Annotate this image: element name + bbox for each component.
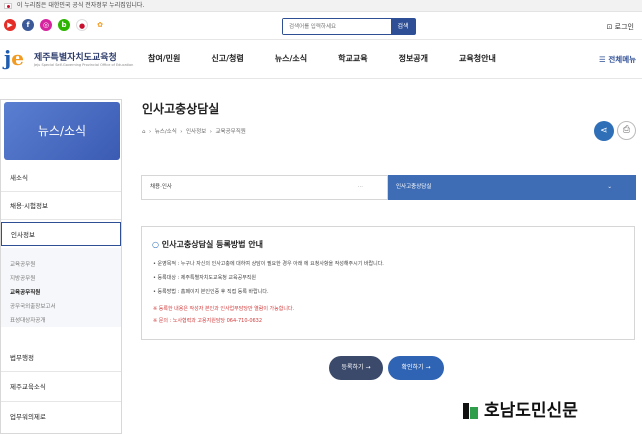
register-label: 등록하기	[341, 364, 364, 371]
circle-bullet-icon: ○	[152, 240, 159, 249]
search-button[interactable]: 검색	[391, 19, 415, 34]
sidebar-item-label: 업무워의제로	[10, 413, 46, 421]
menu-item-news[interactable]: 뉴스/소식	[275, 53, 307, 64]
print-icon[interactable]: ⎙	[617, 121, 636, 140]
utility-bar: ▶ f ◎ b ● ✿ 검색 ⊡ 로그인	[0, 12, 642, 40]
gnb-menu: 참여/민원 신고/청렴 뉴스/소식 학교교육 정보공개 교육청안내	[148, 53, 527, 64]
login-link[interactable]: ⊡ 로그인	[607, 22, 634, 32]
sidebar-submenu: 교육공무원 지방공무원 교육공무직원 공무국외출장보고서 표성대상자공개	[1, 248, 121, 327]
hamburger-icon: ☰	[599, 55, 606, 64]
submenu-item-commendation[interactable]: 표성대상자공개	[10, 316, 45, 324]
home-icon[interactable]: ⌂	[142, 129, 146, 135]
blog-icon[interactable]: b	[58, 19, 70, 31]
menu-item-report[interactable]: 신고/청렴	[211, 53, 243, 64]
korea-flag-icon	[4, 2, 12, 9]
breadcrumb-item[interactable]: 인사정보	[186, 129, 206, 135]
sns-links: ▶ f ◎ b ● ✿	[4, 19, 106, 31]
gov-notice-bar: 이 누리집은 대한민국 공식 전자정부 누리집입니다.	[0, 0, 642, 12]
dots-icon: ···	[357, 184, 363, 190]
main-navigation: je 제주특별자치도교육청 Jeju Special Self-Governin…	[0, 41, 642, 79]
sidebar-item-label: 제주교육소식	[10, 383, 46, 391]
guide-box: ○ 인사고충상담실 등록방법 안내 • 운영목적 : 누구나 자신의 인사고충에…	[141, 226, 635, 340]
submenu-item-overseas-report[interactable]: 공무국외출장보고서	[10, 302, 56, 310]
chevron-down-icon: ⌄	[607, 184, 612, 190]
menu-item-office-guide[interactable]: 교육청안내	[459, 53, 496, 64]
logo-mark: je	[4, 46, 24, 70]
guide-note: ※ 등록한 내용은 작성자 본인과 인사업무담당만 열람이 가능합니다.	[153, 306, 295, 312]
sidebar-item-news[interactable]: 새소식	[1, 164, 121, 192]
side-nav-title: 뉴스/소식	[4, 102, 120, 160]
guide-line: • 등록방법 : 홈페이지 본인인증 후 직접 등록 바랍니다.	[153, 289, 269, 295]
logo-name: 제주특별자치도교육청	[34, 53, 117, 63]
site-logo[interactable]: je 제주특별자치도교육청 Jeju Special Self-Governin…	[4, 45, 133, 75]
breadcrumb-item[interactable]: 뉴스/소식	[155, 129, 177, 135]
sidebar-item-label: 채용·시험정보	[10, 202, 48, 210]
arrow-right-icon: →	[365, 364, 371, 371]
newspaper-watermark: 호남도민신문	[463, 396, 578, 421]
sidebar-item-label: 법무행정	[10, 354, 34, 362]
login-label: 로그인	[614, 23, 634, 31]
mascot-icon[interactable]: ✿	[94, 19, 106, 31]
sidebar-item-zero-work[interactable]: 업무워의제로	[1, 402, 121, 432]
gov-notice-text: 이 누리집은 대한민국 공식 전자정부 누리집입니다.	[16, 2, 145, 9]
subcategory-select[interactable]: 인사고충상담실 ⌄	[388, 175, 636, 200]
youtube-icon[interactable]: ▶	[4, 19, 16, 31]
submenu-item-teachers[interactable]: 교육공무원	[10, 260, 35, 268]
category-select[interactable]: 채용·인사 ···	[141, 175, 388, 200]
register-button[interactable]: 등록하기 →	[329, 356, 383, 380]
guide-title-text: 인사고충상담실 등록방법 안내	[161, 240, 264, 249]
submenu-item-local-officials[interactable]: 지방공무원	[10, 274, 35, 282]
sidebar-item-label: 인사정보	[11, 231, 35, 239]
instagram-icon[interactable]: ◎	[40, 19, 52, 31]
lock-icon: ⊡	[606, 23, 613, 31]
search-box: 검색	[282, 18, 416, 35]
facebook-icon[interactable]: f	[22, 19, 34, 31]
confirm-label: 확인하기	[401, 364, 424, 371]
all-menu-button[interactable]: ☰ 전체메뉴	[599, 54, 636, 65]
menu-item-participation[interactable]: 참여/민원	[148, 53, 180, 64]
sidebar-item-legal[interactable]: 법무행정	[1, 344, 121, 372]
guide-line-text: 등록대상 : 제주특별자치도교육청 교육공무직원	[157, 275, 257, 281]
all-menu-label: 전체메뉴	[608, 55, 636, 64]
breadcrumb-item[interactable]: 교육공무직원	[215, 129, 245, 135]
breadcrumb: ⌂ › 뉴스/소식 › 인사정보 › 교육공무직원	[142, 129, 246, 135]
guide-note: ※ 문의 : 노사협력과 고용지원담당 064-710-0632	[153, 318, 263, 324]
sidebar-item-personnel[interactable]: 인사정보	[1, 222, 121, 246]
subcategory-select-value: 인사고충상담실	[396, 184, 432, 190]
search-input[interactable]	[283, 19, 391, 34]
taegeuk-icon[interactable]: ●	[76, 19, 88, 31]
menu-item-school-education[interactable]: 학교교육	[338, 53, 367, 64]
side-navigation: 뉴스/소식 새소식 채용·시험정보 인사정보 교육공무원 지방공무원 교육공무직…	[0, 99, 122, 434]
sidebar-item-label: 새소식	[10, 174, 28, 182]
guide-line-text: 운영목적 : 누구나 자신의 인사고충에 대하여 상담이 필요한 경우 아래 에…	[157, 261, 384, 267]
menu-item-info-disclosure[interactable]: 정보공개	[399, 53, 428, 64]
sidebar-item-jeju-news[interactable]: 제주교육소식	[1, 372, 121, 402]
logo-subtitle: Jeju Special Self-Governing Provincial O…	[34, 63, 134, 67]
guide-title: ○ 인사고충상담실 등록방법 안내	[152, 239, 263, 250]
sidebar-item-recruitment[interactable]: 채용·시험정보	[1, 192, 121, 220]
confirm-button[interactable]: 확인하기 →	[388, 356, 444, 380]
guide-line: • 등록대상 : 제주특별자치도교육청 교육공무직원	[153, 275, 257, 281]
category-select-value: 채용·인사	[150, 184, 172, 190]
arrow-right-icon: →	[425, 364, 431, 371]
page-title: 인사고충상담실	[142, 102, 220, 116]
submenu-item-education-staff[interactable]: 교육공무직원	[10, 288, 40, 296]
guide-line-text: 등록방법 : 홈페이지 본인인증 후 직접 등록 바랍니다.	[157, 289, 269, 295]
guide-line: • 운영목적 : 누구나 자신의 인사고충에 대하여 상담이 필요한 경우 아래…	[153, 261, 384, 267]
share-icon[interactable]: ⋖	[594, 121, 614, 141]
watermark-text: 호남도민신문	[484, 401, 578, 421]
newspaper-logo-icon	[463, 402, 479, 420]
